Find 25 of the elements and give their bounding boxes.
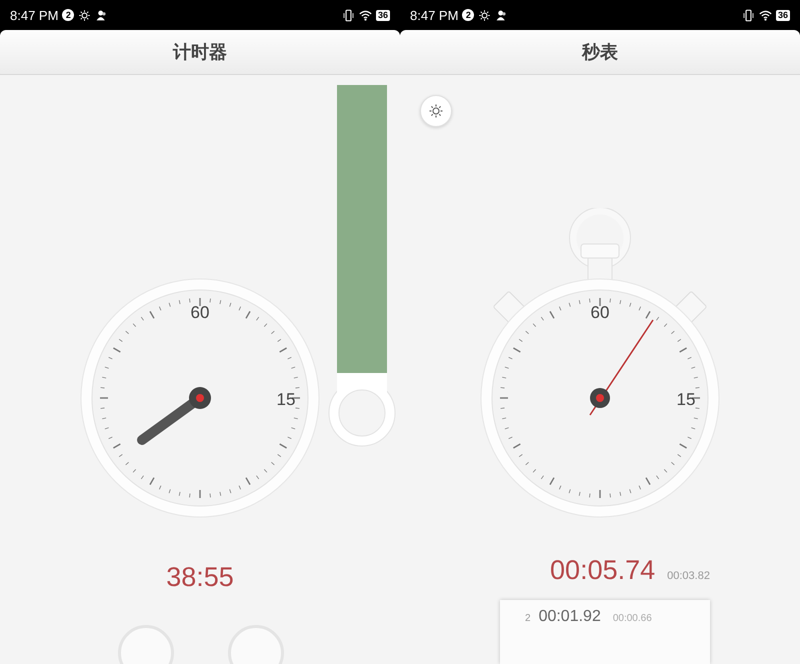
sun-icon — [478, 8, 492, 22]
screen-title: 计时器 — [173, 41, 227, 64]
lap-time: 00:01.92 — [538, 608, 601, 626]
battery-indicator: 36 — [776, 10, 790, 20]
stopwatch-reading: 00:05.74 — [550, 555, 656, 586]
notification-badge: 2 — [462, 9, 474, 21]
split-time: 00:03.82 — [667, 570, 710, 582]
brightness-icon — [428, 103, 444, 119]
wifi-icon — [758, 8, 772, 22]
contacts-icon — [495, 8, 508, 22]
contacts-icon — [95, 8, 108, 22]
clock-time: 8:47 PM — [410, 8, 458, 22]
screen-title: 秒表 — [582, 41, 618, 64]
wifi-icon — [358, 8, 372, 22]
vibrate-icon — [742, 8, 755, 22]
sun-icon — [78, 8, 92, 22]
lap-number: 2 — [525, 613, 531, 624]
vibrate-icon — [342, 8, 355, 22]
timer-dial-drawing: 60 15 — [80, 278, 320, 518]
brightness-button[interactable] — [420, 95, 452, 127]
notification-badge: 2 — [62, 9, 74, 21]
clock-time: 8:47 PM — [10, 8, 58, 22]
lap-split: 00:00.66 — [612, 613, 652, 624]
timer-reading: 38:55 — [166, 562, 234, 593]
battery-indicator: 36 — [376, 10, 390, 20]
